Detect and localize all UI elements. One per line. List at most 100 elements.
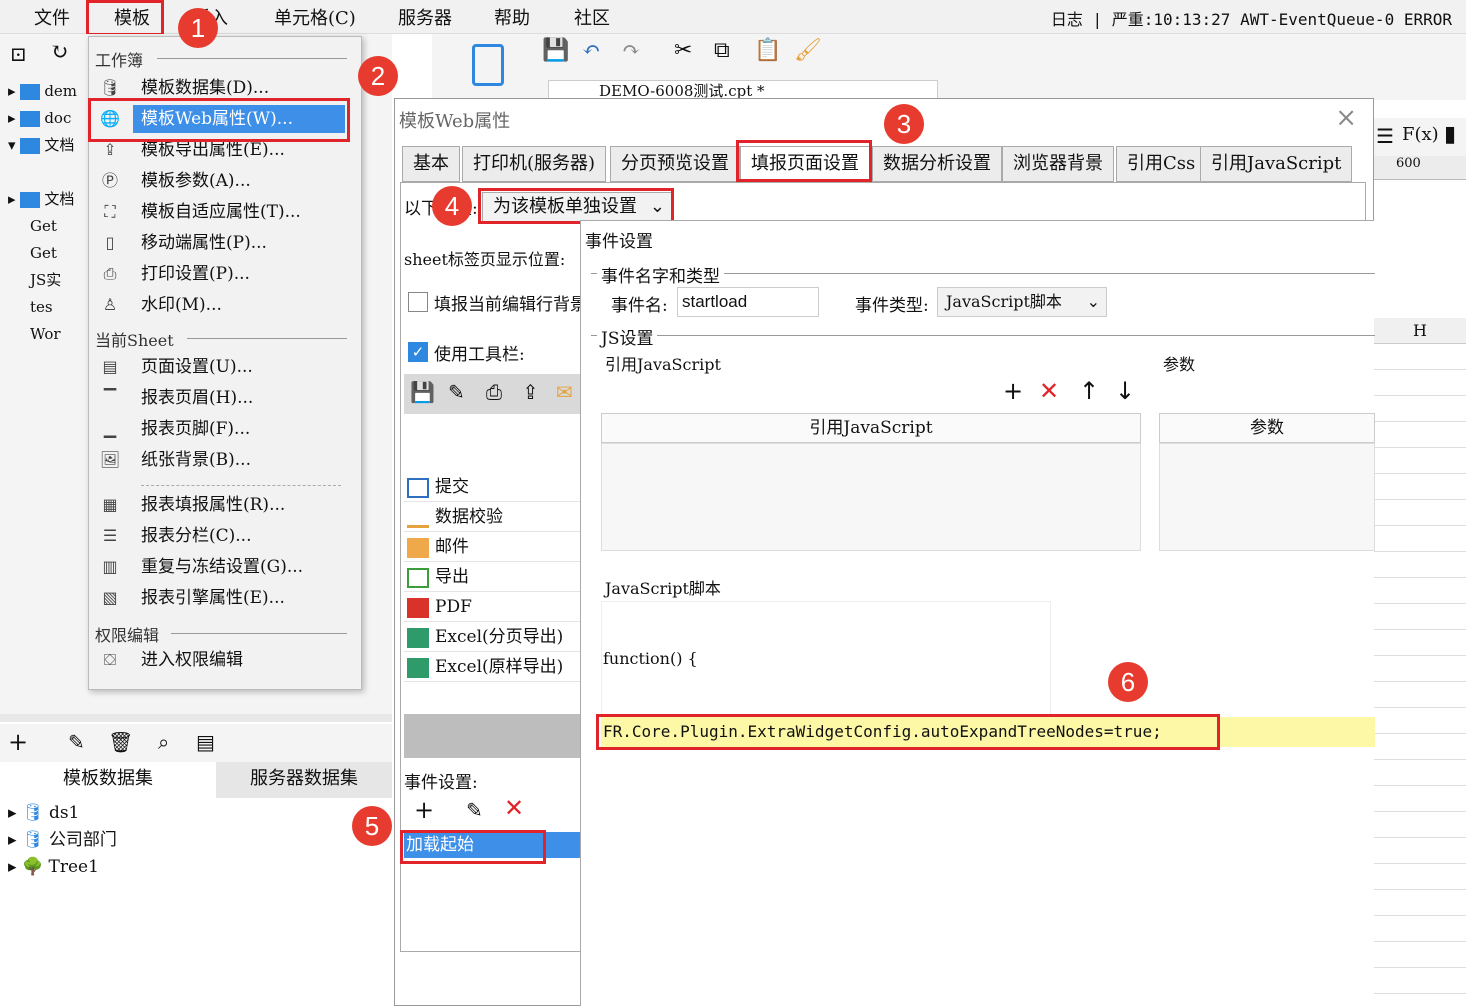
save-icon: 💾 bbox=[410, 380, 435, 404]
menu-item-background[interactable]: 🖼 纸张背景(B)... bbox=[89, 445, 361, 475]
toolbar-item-export[interactable]: 导出 bbox=[404, 562, 580, 592]
menu-item-freeze[interactable]: ▥ 重复与冻结设置(G)... bbox=[89, 552, 361, 582]
event-type-select[interactable]: JavaScript脚本 ⌄ bbox=[937, 287, 1107, 317]
add-icon[interactable]: + bbox=[8, 728, 28, 756]
undo-icon[interactable]: ↶ bbox=[582, 38, 600, 63]
move-down-icon[interactable]: ↓ bbox=[1115, 379, 1135, 403]
template-icon[interactable] bbox=[472, 44, 504, 86]
menu-server[interactable]: 服务器 bbox=[398, 4, 452, 30]
dataset-item[interactable]: ▸ 🛢 公司部门 bbox=[8, 827, 117, 853]
toolbar-item-excel-page[interactable]: Excel(分页导出) bbox=[404, 622, 580, 652]
formula-icon[interactable]: F(x) bbox=[1402, 124, 1439, 145]
param-table-body[interactable] bbox=[1159, 443, 1375, 551]
chart-icon[interactable]: ▮ bbox=[1444, 122, 1456, 147]
tree-item[interactable]: tes bbox=[30, 294, 53, 320]
menu-item-page-setup[interactable]: ▤ 页面设置(U)... bbox=[89, 352, 361, 382]
add-icon[interactable]: + bbox=[1003, 379, 1023, 403]
add-event-icon[interactable]: + bbox=[414, 796, 434, 824]
menu-help[interactable]: 帮助 bbox=[494, 4, 530, 30]
tree-item[interactable]: Get bbox=[30, 240, 57, 266]
event-settings-dialog: 事件设置 事件名字和类型 事件名: startload 事件类型: JavaSc… bbox=[580, 220, 1375, 1006]
highlight-code-line bbox=[596, 714, 1220, 750]
tab-basic[interactable]: 基本 bbox=[402, 146, 460, 182]
align-icon[interactable]: ☰ bbox=[1376, 124, 1394, 148]
menu-item-watermark[interactable]: ♙ 水印(M)... bbox=[89, 290, 361, 320]
cut-icon[interactable]: ✂ bbox=[674, 38, 692, 63]
toolbar-item-excel-original[interactable]: Excel(原样导出) bbox=[404, 652, 580, 682]
chevron-down-icon: ⌄ bbox=[1086, 292, 1100, 311]
export-icon: ⇪ bbox=[522, 380, 539, 404]
new-folder-icon[interactable]: ⊡ bbox=[10, 42, 27, 66]
menu-item-footer[interactable]: ▁ 报表页脚(F)... bbox=[89, 414, 361, 444]
preview-icon[interactable]: ⌕ bbox=[158, 730, 169, 754]
tree-item[interactable]: ▸ 文档 bbox=[8, 186, 74, 212]
edit-icon[interactable]: ✎ bbox=[68, 730, 85, 754]
delete-icon[interactable]: ✕ bbox=[1039, 379, 1059, 403]
toolbar-item-validate[interactable]: 数据校验 bbox=[404, 502, 580, 532]
tree-item[interactable]: ▸ doc bbox=[8, 105, 71, 131]
dataset-item[interactable]: ▸ 🌳 Tree1 bbox=[8, 854, 99, 880]
menu-cell[interactable]: 单元格(C) bbox=[274, 4, 356, 30]
menu-item-adaptive[interactable]: ⛶ 模板自适应属性(T)... bbox=[89, 197, 361, 227]
highlight-web-attr bbox=[88, 98, 350, 142]
file-tree: ▸ dem ▸ doc ▾ 文档 ▸ 文档 Get Get JS实 tes Wo… bbox=[0, 76, 88, 356]
menu-item-print[interactable]: ⎙ 打印设置(P)... bbox=[89, 259, 361, 289]
menu-item-perm-edit[interactable]: ⛋ 进入权限编辑 bbox=[89, 645, 361, 675]
tree-item[interactable]: ▸ dem bbox=[8, 78, 77, 104]
checkbox-toolbar[interactable]: ✓ bbox=[408, 342, 428, 362]
menu-bar: 文件 模板 插入 单元格(C) 服务器 帮助 社区 日志 | 严重:10:13:… bbox=[0, 0, 1466, 34]
tab-ref-js[interactable]: 引用JavaScript bbox=[1200, 146, 1353, 182]
menu-item-fill-attr[interactable]: ▦ 报表填报属性(R)... bbox=[89, 490, 361, 520]
tab-ref-css[interactable]: 引用Css bbox=[1116, 146, 1207, 182]
menu-file[interactable]: 文件 bbox=[34, 4, 70, 30]
section-workbook: 工作簿 bbox=[95, 47, 355, 71]
ref-js-label: 引用JavaScript bbox=[605, 355, 721, 374]
format-brush-icon[interactable]: 🖌 bbox=[794, 38, 822, 63]
toolbar-item-pdf[interactable]: PDF bbox=[404, 592, 580, 622]
menu-item-header[interactable]: ▔ 报表页眉(H)... bbox=[89, 383, 361, 413]
toolbar-scroll[interactable] bbox=[404, 714, 580, 758]
refresh-icon[interactable]: ↻ bbox=[50, 40, 68, 65]
menu-item-params[interactable]: Ⓟ 模板参数(A)... bbox=[89, 166, 361, 196]
close-icon[interactable]: × bbox=[1335, 103, 1357, 133]
highlight-setting-select bbox=[478, 188, 674, 224]
step-badge-3: 3 bbox=[884, 104, 924, 144]
tab-server-dataset[interactable]: 服务器数据集 bbox=[216, 762, 392, 798]
delete-event-icon[interactable]: ✕ bbox=[504, 794, 524, 822]
save-icon[interactable]: 💾 bbox=[542, 38, 569, 63]
move-up-icon[interactable]: ↑ bbox=[1079, 379, 1099, 403]
section-perm: 权限编辑 bbox=[95, 622, 355, 646]
tab-printer[interactable]: 打印机(服务器) bbox=[462, 146, 607, 182]
tab-browser-bg[interactable]: 浏览器背景 bbox=[1002, 146, 1114, 182]
tree-item[interactable]: ▾ 文档 bbox=[8, 132, 74, 158]
database-icon: 🛢 bbox=[99, 78, 121, 97]
toolbar-item-submit[interactable]: 提交 bbox=[404, 472, 580, 502]
server-dataset-icon[interactable]: ▤ bbox=[196, 730, 215, 754]
menu-community[interactable]: 社区 bbox=[574, 4, 610, 30]
toolbar-item-mail[interactable]: 邮件 bbox=[404, 532, 580, 562]
stamp-icon: ♙ bbox=[102, 295, 118, 314]
redo-icon[interactable]: ↷ bbox=[622, 38, 640, 63]
toolbar-preview: 💾 ✎ ⎙ ⇪ ✉ bbox=[404, 374, 580, 414]
event-name-input[interactable]: startload bbox=[677, 287, 819, 317]
checkbox-edit-row[interactable] bbox=[408, 292, 428, 312]
ref-js-table-body[interactable] bbox=[601, 443, 1141, 551]
edit-event-icon[interactable]: ✎ bbox=[466, 798, 483, 822]
menu-item-mobile[interactable]: ▯ 移动端属性(P)... bbox=[89, 228, 361, 258]
tree-item[interactable]: JS实 bbox=[30, 267, 61, 293]
param-icon: Ⓟ bbox=[101, 171, 118, 190]
tree-item[interactable]: Get bbox=[30, 213, 57, 239]
dataset-item[interactable]: ▸ 🛢 ds1 bbox=[8, 800, 79, 826]
menu-item-columns[interactable]: ☰ 报表分栏(C)... bbox=[89, 521, 361, 551]
menu-item-engine[interactable]: ▧ 报表引擎属性(E)... bbox=[89, 583, 361, 613]
copy-icon[interactable]: ⧉ bbox=[714, 38, 730, 63]
delete-icon[interactable]: 🗑 bbox=[108, 730, 133, 754]
col-header-param: 参数 bbox=[1159, 413, 1375, 443]
tree-item[interactable]: Wor bbox=[30, 321, 61, 347]
image-icon: 🖼 bbox=[99, 450, 121, 469]
tab-template-dataset[interactable]: 模板数据集 bbox=[0, 762, 216, 798]
log-status[interactable]: 日志 | 严重:10:13:27 AWT-EventQueue-0 ERROR bbox=[1051, 6, 1452, 30]
tab-data-analysis[interactable]: 数据分析设置 bbox=[872, 146, 1002, 182]
paste-icon[interactable]: 📋 bbox=[754, 38, 781, 63]
tab-page-preview[interactable]: 分页预览设置 bbox=[610, 146, 740, 182]
